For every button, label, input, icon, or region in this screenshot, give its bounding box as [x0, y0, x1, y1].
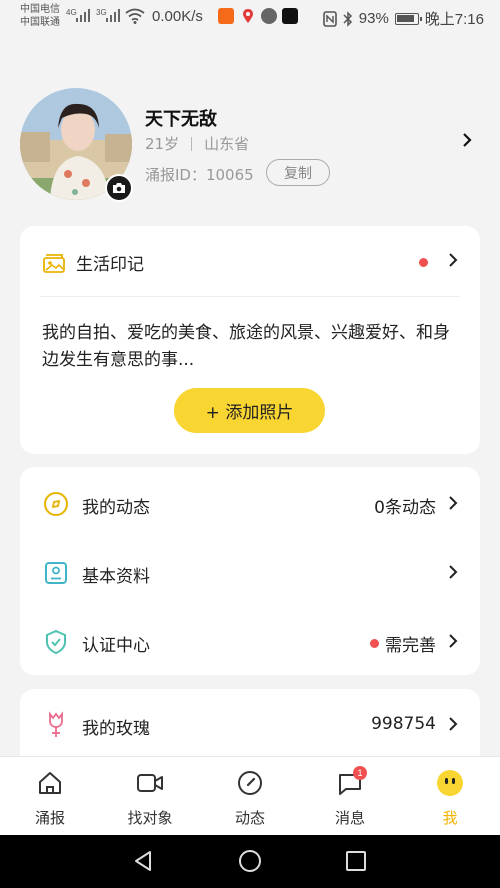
audio-app-icon	[261, 8, 277, 24]
add-photo-button[interactable]: + 添加照片	[174, 388, 325, 433]
taobao-app-icon	[218, 8, 234, 24]
menu-item-roses[interactable]: 我的玫瑰 998754	[20, 700, 480, 750]
tab-dynamics[interactable]: 动态	[200, 757, 300, 836]
tab-me[interactable]: 我	[400, 757, 500, 836]
back-triangle-icon[interactable]	[132, 849, 154, 873]
bluetooth-icon	[343, 10, 352, 27]
carrier-labels: 中国电信 中国联通	[20, 3, 60, 29]
copy-id-button[interactable]: 复制	[266, 159, 330, 186]
menu-label: 基本资料	[82, 567, 150, 587]
tab-label: 动态	[234, 809, 265, 827]
roses-count: 998754	[371, 714, 436, 734]
tab-label: 消息	[334, 809, 365, 827]
menu-item-basic-info[interactable]: 基本资料	[20, 548, 480, 598]
photo-album-icon	[43, 253, 65, 273]
home-icon	[39, 772, 61, 794]
camera-icon	[113, 183, 125, 193]
age: 21岁	[145, 135, 180, 153]
clock: 晚上7:16	[424, 11, 484, 28]
home-circle-icon[interactable]	[238, 849, 262, 873]
nfc-icon	[322, 10, 337, 27]
tiktok-app-icon	[282, 8, 298, 24]
life-moments-header[interactable]: 生活印记	[42, 250, 144, 275]
wifi-icon	[125, 8, 145, 24]
new-dot-indicator	[419, 258, 428, 267]
profile-header[interactable]: 天下无敌 21岁 山东省 涌报ID：10065 复制	[20, 88, 480, 203]
user-id: 涌报ID：10065	[145, 166, 254, 184]
shield-check-icon	[46, 629, 66, 655]
profile-card-icon	[45, 562, 67, 584]
tab-label: 找对象	[127, 809, 173, 827]
status-right: 93% 晚上7:16	[322, 8, 484, 29]
menu-item-dynamics[interactable]: 我的动态 0条动态	[20, 479, 480, 529]
system-nav-bar	[0, 835, 500, 888]
tab-label: 涌报	[34, 809, 65, 827]
status-bar: 中国电信 中国联通 4G 3G 0.00K/s 93% 晚上7:16	[0, 0, 500, 36]
meta-divider	[191, 137, 193, 151]
chevron-right-icon	[449, 565, 458, 579]
chevron-right-icon[interactable]	[448, 252, 458, 268]
chevron-right-icon	[449, 717, 458, 731]
compass-circle-icon	[44, 492, 68, 516]
menu-label: 我的玫瑰	[82, 719, 150, 739]
life-moments-card: 生活印记 我的自拍、爱吃的美食、旅途的风景、兴趣爱好、和身边发生有意思的事...…	[20, 226, 480, 454]
menu-label: 我的动态	[82, 498, 150, 518]
verify-status: 需完善	[370, 631, 436, 656]
verify-status-text: 需完善	[385, 636, 436, 656]
signal-1-icon	[76, 8, 90, 22]
carrier-1: 中国电信	[20, 4, 60, 15]
compass-icon	[238, 771, 262, 795]
unread-badge: 1	[353, 766, 367, 780]
chevron-right-icon[interactable]	[462, 132, 472, 148]
province: 山东省	[204, 135, 250, 153]
bottom-tab-bar: 涌报 找对象 动态 1 消息 我	[0, 756, 500, 835]
red-dot-indicator	[370, 639, 379, 648]
divider	[40, 296, 460, 297]
location-pin-icon	[243, 9, 253, 23]
nickname: 天下无敌	[145, 109, 217, 130]
tab-home[interactable]: 涌报	[0, 757, 100, 836]
tab-label: 我	[442, 809, 458, 827]
life-moments-description: 我的自拍、爱吃的美食、旅途的风景、兴趣爱好、和身边发生有意思的事...	[42, 323, 450, 370]
tab-find-match[interactable]: 找对象	[100, 757, 200, 836]
me-face-icon	[437, 770, 463, 796]
chevron-right-icon	[449, 496, 458, 510]
recents-square-icon[interactable]	[345, 849, 367, 873]
profile-meta: 21岁 山东省	[145, 133, 249, 154]
menu-item-verify[interactable]: 认证中心 需完善	[20, 617, 480, 667]
rose-icon	[49, 711, 63, 737]
menu-card: 我的动态 0条动态 基本资料 认证中心 需完善	[20, 467, 480, 675]
chevron-right-icon	[449, 634, 458, 648]
network-speed: 0.00K/s	[152, 8, 203, 25]
menu-label: 认证中心	[82, 636, 150, 656]
battery-percent: 93%	[358, 10, 389, 27]
tab-messages[interactable]: 1 消息	[300, 757, 400, 836]
carrier-2: 中国联通	[20, 17, 60, 28]
signal-2-icon	[106, 8, 120, 22]
life-moments-title: 生活印记	[76, 255, 144, 275]
battery-icon	[394, 12, 422, 25]
dynamics-count: 0条动态	[374, 498, 436, 518]
video-icon	[137, 774, 163, 792]
change-avatar-button[interactable]	[105, 174, 133, 202]
